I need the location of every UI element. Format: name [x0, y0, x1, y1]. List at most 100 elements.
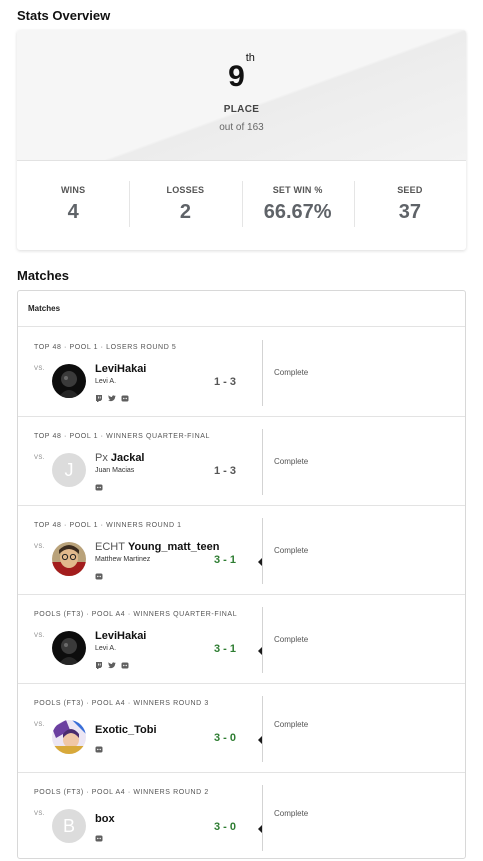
- twitch-icon[interactable]: [95, 389, 103, 402]
- win-marker-icon: [258, 647, 262, 655]
- opponent-tag: Exotic_Tobi: [95, 724, 157, 736]
- round-label: TOP 48 · POOL 1 · WINNERS ROUND 1: [34, 522, 182, 529]
- twitch-icon[interactable]: [95, 656, 103, 669]
- opponent-name[interactable]: LeviHakai: [95, 363, 146, 375]
- twitter-icon[interactable]: [108, 389, 116, 402]
- match-row[interactable]: POOLS (FT3) · POOL A4 · WINNERS ROUND 2 …: [18, 773, 465, 858]
- social-links: [95, 567, 103, 580]
- stat-label: WINS: [60, 185, 86, 195]
- win-marker-icon: [258, 736, 262, 744]
- vs-label: VS.: [34, 722, 45, 728]
- avatar[interactable]: [52, 631, 86, 665]
- stat-losses: LOSSES 2: [129, 161, 241, 250]
- opponent-tag: Young_matt_teen: [127, 541, 220, 553]
- discord-icon[interactable]: [121, 389, 129, 402]
- social-links: [95, 478, 103, 491]
- match-row[interactable]: TOP 48 · POOL 1 · LOSERS ROUND 5 VS. Lev…: [18, 328, 465, 417]
- win-marker-icon: [258, 558, 262, 566]
- match-status: Complete: [274, 635, 309, 644]
- round-label: TOP 48 · POOL 1 · WINNERS QUARTER-FINAL: [34, 433, 211, 440]
- opponent-real-name: Juan Macias: [95, 467, 135, 474]
- match-row[interactable]: POOLS (FT3) · POOL A4 · WINNERS QUARTER-…: [18, 595, 465, 684]
- avatar[interactable]: B: [52, 809, 86, 843]
- divider: [262, 340, 263, 406]
- vs-label: VS.: [34, 455, 45, 461]
- avatar[interactable]: J: [52, 453, 86, 487]
- stat-value: 2: [179, 201, 191, 223]
- opponent-name[interactable]: box: [95, 813, 115, 825]
- opponent-real-name: Levi A.: [95, 645, 117, 652]
- avatar[interactable]: [52, 720, 86, 754]
- discord-icon[interactable]: [95, 829, 103, 842]
- opponent-name[interactable]: ECHT Young_matt_teen: [95, 541, 219, 553]
- place-value: 9th: [17, 52, 466, 94]
- score: 1 - 3: [214, 376, 237, 388]
- stat-seed: SEED 37: [353, 161, 466, 250]
- twitter-icon[interactable]: [108, 656, 116, 669]
- place-panel: 9th PLACE out of 163: [17, 30, 466, 161]
- opponent-name[interactable]: Exotic_Tobi: [95, 724, 157, 736]
- matches-section-title: Matches: [17, 268, 70, 283]
- place-label: PLACE: [223, 104, 260, 115]
- place-number: 9: [228, 60, 245, 93]
- stat-wins: WINS 4: [17, 161, 129, 250]
- opponent-tag: box: [95, 813, 115, 825]
- opponent-name[interactable]: Px Jackal: [95, 452, 145, 464]
- stat-label: SEED: [397, 185, 423, 195]
- score: 3 - 1: [214, 643, 237, 655]
- discord-icon[interactable]: [121, 656, 129, 669]
- score: 3 - 0: [214, 732, 237, 744]
- divider: [262, 429, 263, 495]
- opponent-real-name: Matthew Martinez: [95, 556, 151, 563]
- place-total: out of 163: [219, 122, 264, 133]
- score: 3 - 0: [214, 821, 237, 833]
- stats-card: 9th PLACE out of 163 WINS 4 LOSSES 2 SET…: [17, 30, 466, 250]
- stat-value: 37: [398, 201, 421, 223]
- opponent-tag: LeviHakai: [95, 630, 147, 642]
- divider: [262, 696, 263, 762]
- stat-value: 4: [67, 201, 79, 223]
- vs-label: VS.: [34, 544, 45, 550]
- match-row[interactable]: TOP 48 · POOL 1 · WINNERS QUARTER-FINAL …: [18, 417, 465, 506]
- round-label: POOLS (FT3) · POOL A4 · WINNERS QUARTER-…: [34, 611, 238, 618]
- match-status: Complete: [274, 809, 309, 818]
- stats-row: WINS 4 LOSSES 2 SET WIN % 66.67% SEED 37: [17, 161, 466, 250]
- matches-card: Matches TOP 48 · POOL 1 · LOSERS ROUND 5…: [17, 290, 466, 859]
- round-label: TOP 48 · POOL 1 · LOSERS ROUND 5: [34, 344, 177, 351]
- divider: [262, 607, 263, 673]
- match-status: Complete: [274, 720, 309, 729]
- social-links: [95, 740, 103, 753]
- opponent-real-name: Levi A.: [95, 378, 117, 385]
- matches-header: Matches: [18, 291, 465, 327]
- discord-icon[interactable]: [95, 740, 103, 753]
- round-label: POOLS (FT3) · POOL A4 · WINNERS ROUND 2: [34, 789, 209, 796]
- opponent-prefix: Px: [95, 452, 108, 464]
- discord-icon[interactable]: [95, 478, 103, 491]
- vs-label: VS.: [34, 811, 45, 817]
- match-status: Complete: [274, 457, 309, 466]
- opponent-tag: LeviHakai: [95, 363, 147, 375]
- divider: [262, 785, 263, 851]
- win-marker-icon: [258, 825, 262, 833]
- opponent-name[interactable]: LeviHakai: [95, 630, 146, 642]
- opponent-prefix: ECHT: [95, 541, 125, 553]
- stat-label: LOSSES: [166, 185, 205, 195]
- match-status: Complete: [274, 546, 309, 555]
- stats-section-title: Stats Overview: [17, 8, 111, 23]
- stat-set-win-percent: SET WIN % 66.67%: [241, 161, 354, 250]
- avatar[interactable]: [52, 542, 86, 576]
- match-row[interactable]: POOLS (FT3) · POOL A4 · WINNERS ROUND 3 …: [18, 684, 465, 773]
- social-links: [95, 829, 103, 842]
- discord-icon[interactable]: [95, 567, 103, 580]
- vs-label: VS.: [34, 633, 45, 639]
- vs-label: VS.: [34, 366, 45, 372]
- match-status: Complete: [274, 368, 309, 377]
- matches-header-label: Matches: [28, 304, 61, 313]
- divider: [262, 518, 263, 584]
- round-label: POOLS (FT3) · POOL A4 · WINNERS ROUND 3: [34, 700, 209, 707]
- stat-label: SET WIN %: [272, 185, 323, 195]
- place-suffix: th: [245, 52, 255, 64]
- avatar[interactable]: [52, 364, 86, 398]
- stat-value: 66.67%: [263, 201, 332, 223]
- match-row[interactable]: TOP 48 · POOL 1 · WINNERS ROUND 1 VS. EC…: [18, 506, 465, 595]
